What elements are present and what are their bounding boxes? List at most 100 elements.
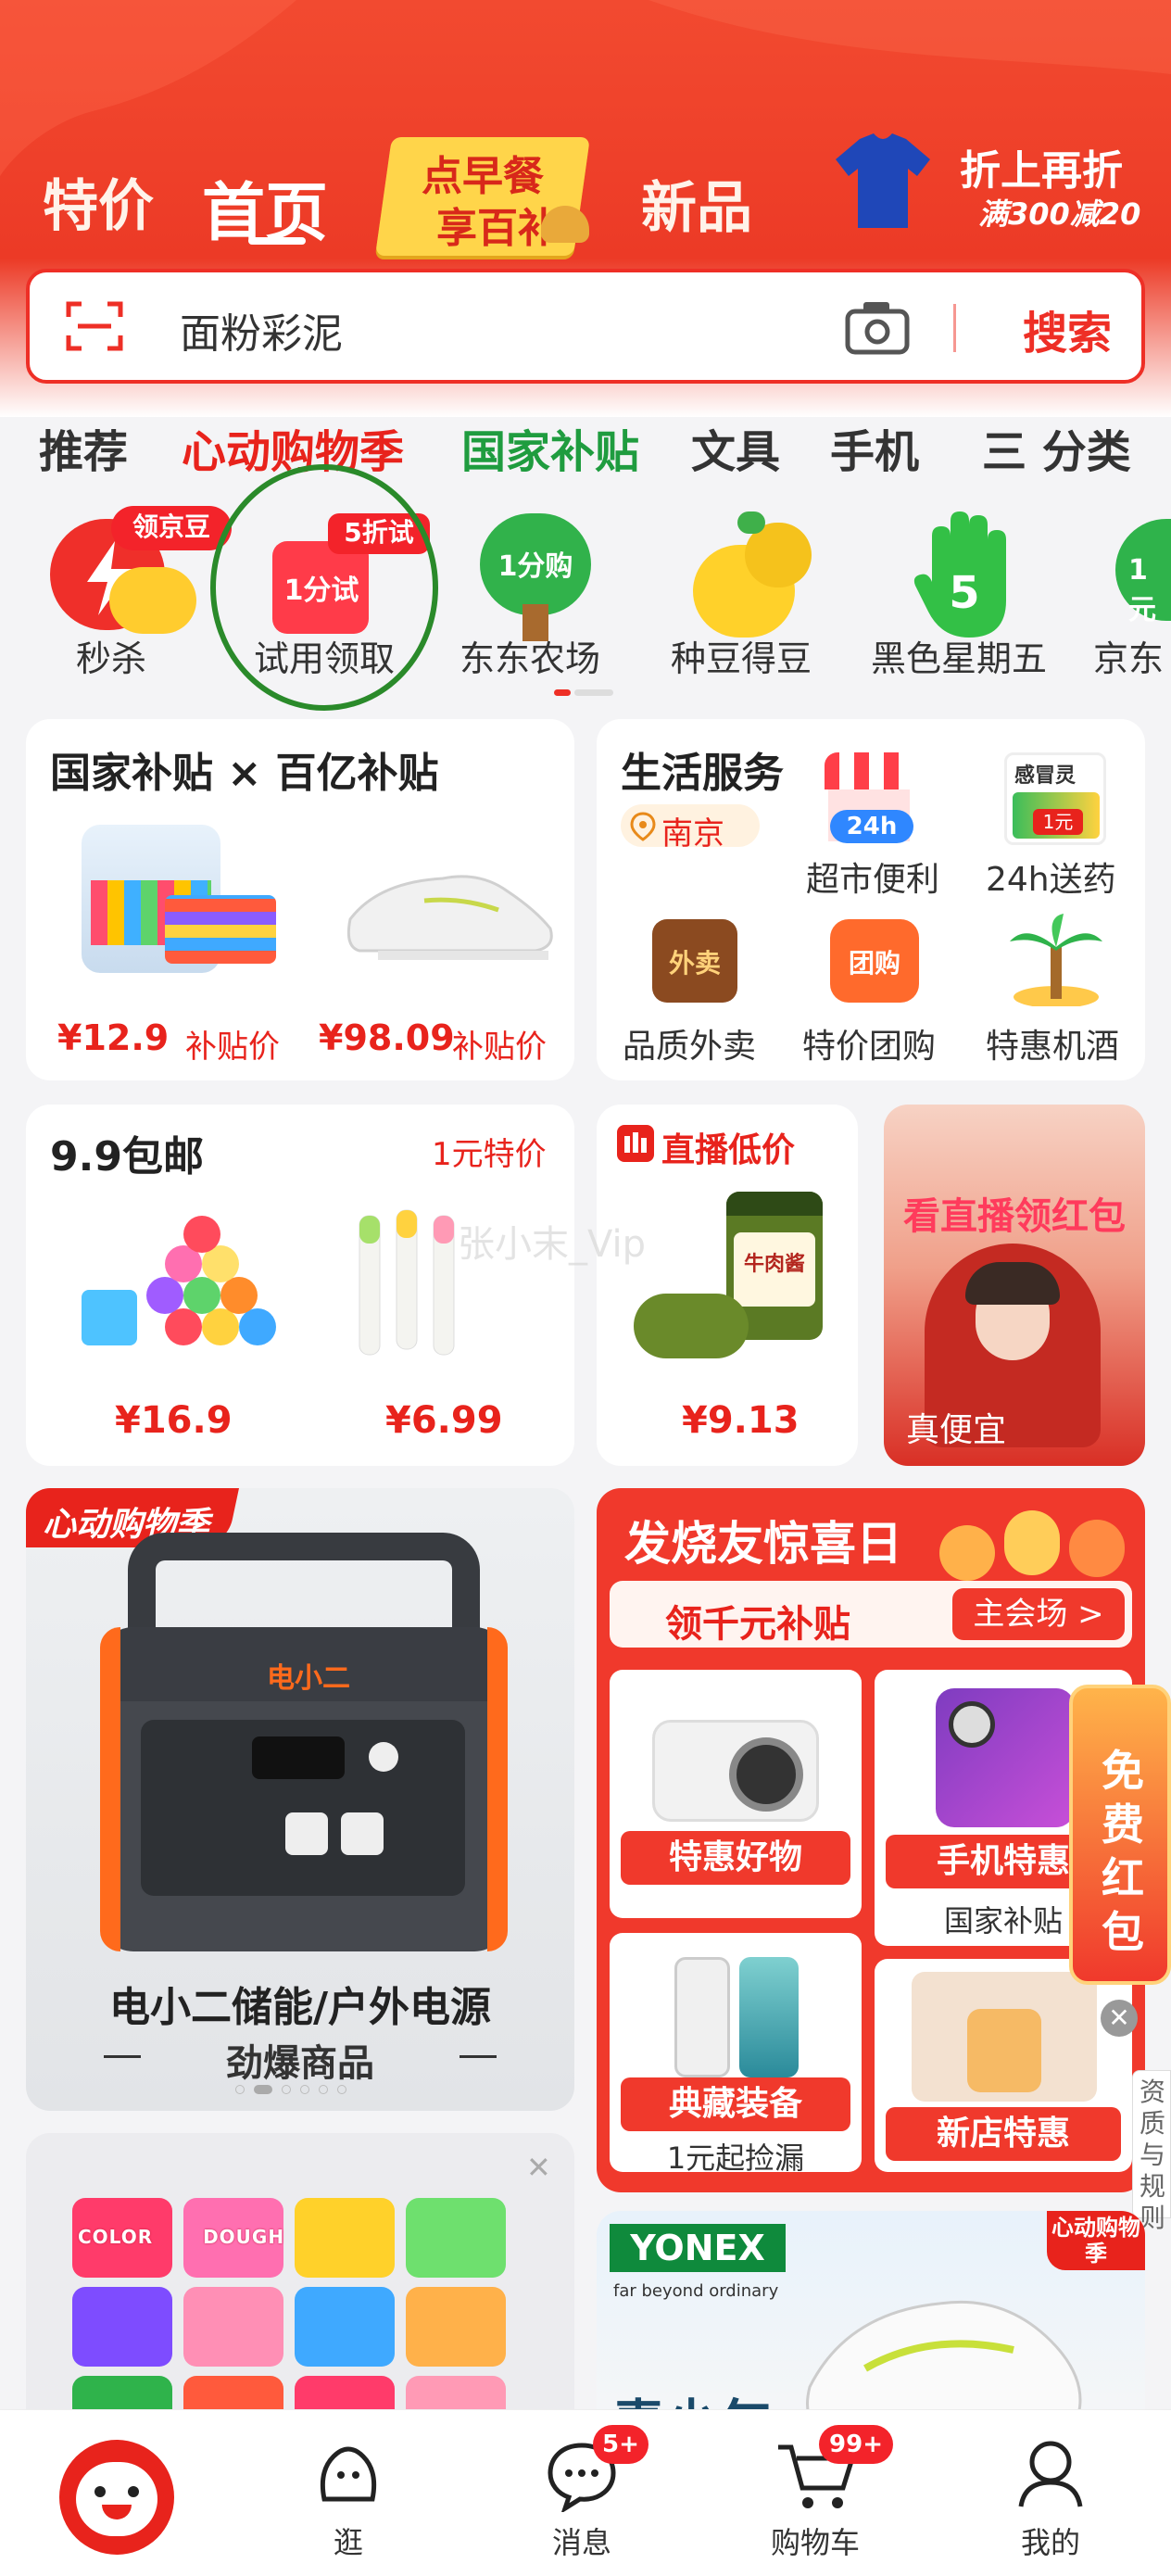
floating-red-packet[interactable]: 免费红包 xyxy=(1069,1685,1171,1985)
baoyou-card[interactable]: 9.9包邮 1元特价 ¥16.9 ¥6.99 xyxy=(26,1105,574,1466)
tab-xinpin[interactable]: 新品 xyxy=(641,163,752,244)
dough-brand: COLOR DOUGH xyxy=(78,2226,285,2248)
camera-icon[interactable] xyxy=(845,298,910,356)
powerstation-card[interactable]: 心动购物季 电小二 电小二储能/户外电源 劲爆商品 xyxy=(26,1488,574,2111)
powerstation-pager xyxy=(235,2085,365,2096)
baoyou-price-1: ¥16.9 xyxy=(115,1399,233,1442)
tab-home-underline xyxy=(248,237,306,245)
baoyou-price-2: ¥6.99 xyxy=(385,1399,503,1442)
live-banner-title: 看直播领红包 xyxy=(903,1195,1126,1238)
cat-stationery[interactable]: 文具 xyxy=(691,415,780,480)
nav-browse[interactable]: 逛 xyxy=(283,2519,413,2562)
phone-back-image xyxy=(674,1957,730,2077)
fever-card[interactable]: 发烧友惊喜日 领千元补贴 主会场 > 特惠好物 手机特惠 国家补贴 典藏装备 1… xyxy=(597,1488,1145,2192)
life-services-card[interactable]: 生活服务 南京 24h 超市便利 感冒灵 1元 24h送药 外卖 品质外卖 团购… xyxy=(597,719,1145,1080)
cat-recommend[interactable]: 推荐 xyxy=(39,415,128,480)
floating-red-packet-text: 免费红包 xyxy=(1102,1746,1144,1957)
icon-label-seckill: 秒杀 xyxy=(75,638,146,679)
subsidy-price-1: ¥12.9 xyxy=(57,1017,170,1058)
medicine-icon[interactable]: 感冒灵 1元 xyxy=(1004,752,1106,845)
powerstation-image: 电小二 xyxy=(100,1627,508,1951)
powerstation-subtitle: 劲爆商品 xyxy=(226,2042,374,2085)
fever-cell-3[interactable]: 典藏装备 1元起捡漏 xyxy=(610,1933,862,2176)
black-friday-inner: 5 xyxy=(949,567,980,619)
live-card[interactable]: 直播低价 牛肉酱 ¥9.13 xyxy=(597,1105,858,1466)
jar-label: 牛肉酱 xyxy=(743,1253,805,1276)
banner-title[interactable]: 折上再折 xyxy=(960,137,1123,196)
search-bar[interactable]: 面粉彩泥 搜索 xyxy=(26,269,1145,384)
icon-label-bean: 种豆得豆 xyxy=(670,638,812,679)
tuangou-label: 团购 xyxy=(848,948,900,979)
baoyou-subtitle: 1元特价 xyxy=(432,1136,547,1173)
dough-close-icon[interactable]: ✕ xyxy=(526,2150,551,2185)
tab-tejia[interactable]: 特价 xyxy=(43,161,154,242)
powerstation-title: 电小二储能/户外电源 xyxy=(108,1984,492,2031)
fever-sub: 领千元补贴 xyxy=(665,1603,850,1646)
nav-message[interactable]: 消息 xyxy=(517,2519,647,2562)
subsidy-price-2: ¥98.09 xyxy=(319,1017,455,1058)
scan-icon[interactable] xyxy=(65,298,124,354)
joy-home-icon[interactable] xyxy=(59,2440,174,2555)
search-input[interactable]: 面粉彩泥 xyxy=(180,300,343,360)
search-divider xyxy=(953,304,956,352)
life-item-supermarket: 超市便利 xyxy=(806,861,940,899)
phone-front-image xyxy=(739,1957,799,2077)
cat-all[interactable]: 三 分类 xyxy=(982,415,1131,480)
floating-close-icon[interactable]: ✕ xyxy=(1101,2000,1138,2037)
live-banner[interactable]: 看直播领红包 真便宜 xyxy=(884,1105,1145,1466)
waimai-icon[interactable]: 外卖 xyxy=(652,919,737,1003)
promo-line1: 点早餐 xyxy=(422,153,544,200)
live-price: ¥9.13 xyxy=(682,1399,800,1442)
fever-cell-1-title: 特惠好物 xyxy=(621,1831,850,1885)
fever-more[interactable]: 主会场 > xyxy=(952,1588,1125,1640)
fever-title: 发烧友惊喜日 xyxy=(624,1517,902,1571)
supermarket-icon[interactable]: 24h xyxy=(819,752,919,845)
life-item-medicine: 24h送药 xyxy=(986,861,1116,899)
24h-badge: 24h xyxy=(830,810,913,843)
dough-jars-image: COLOR DOUGH xyxy=(72,2198,517,2439)
cart-badge: 99+ xyxy=(819,2425,893,2464)
life-title: 生活服务 xyxy=(621,750,784,797)
yonex-slogan: far beyond ordinary xyxy=(613,2281,779,2301)
message-badge: 5+ xyxy=(593,2425,648,2464)
jd-inner: 1元 xyxy=(1128,554,1156,626)
subsidy-tag-1: 补贴价 xyxy=(185,1029,280,1066)
yonex-badge: 心动购物季 xyxy=(1047,2211,1145,2270)
side-rules-tab[interactable]: 资质与规则 xyxy=(1132,2070,1171,2233)
subsidy-card[interactable]: 国家补贴 × 百亿补贴 ¥12.9 补贴价 ¥98.09 补贴价 xyxy=(26,719,574,1080)
banner-subtitle: 满300减20 xyxy=(978,196,1141,232)
cat-national-subsidy[interactable]: 国家补贴 xyxy=(461,415,639,480)
fever-cell-3-title: 典藏装备 xyxy=(621,2077,850,2131)
clay-stack-image xyxy=(82,1216,276,1345)
icon-page-dot xyxy=(574,689,613,696)
palm-tree-icon[interactable] xyxy=(1008,914,1104,1006)
yonex-logo: YONEX xyxy=(610,2224,786,2272)
dough-card[interactable]: ✕ COLOR DOUGH xyxy=(26,2133,574,2439)
search-button[interactable]: 搜索 xyxy=(1023,297,1112,361)
nav-cart[interactable]: 购物车 xyxy=(750,2519,880,2562)
life-item-waimai: 品质外卖 xyxy=(623,1028,757,1066)
fever-cell-4[interactable]: 新店特惠 xyxy=(875,1959,1132,2172)
life-item-travel: 特惠机酒 xyxy=(986,1028,1120,1066)
browse-icon[interactable] xyxy=(311,2434,385,2508)
profile-icon[interactable] xyxy=(1015,2436,1086,2510)
location-chip[interactable]: 南京 xyxy=(621,804,760,852)
location-pin-icon xyxy=(630,812,656,841)
clay-sticks-image xyxy=(165,895,276,964)
nav-profile[interactable]: 我的 xyxy=(986,2519,1115,2562)
green-circle-annotation xyxy=(210,464,438,711)
fever-sub-bar[interactable]: 领千元补贴 主会场 > xyxy=(610,1581,1132,1648)
cat-phone[interactable]: 手机 xyxy=(830,415,919,480)
live-title: 直播低价 xyxy=(661,1131,796,1169)
icon-label-farm: 东东农场 xyxy=(459,638,600,679)
food-plate-image xyxy=(634,1294,749,1358)
tuangou-icon[interactable]: 团购 xyxy=(830,919,919,1003)
tshirt-icon[interactable] xyxy=(832,130,934,232)
medicine-price: 1元 xyxy=(1033,809,1083,835)
baoyou-title: 9.9包邮 xyxy=(50,1133,204,1181)
live-icon xyxy=(617,1125,654,1162)
live-banner-caption: 真便宜 xyxy=(906,1411,1007,1449)
waimai-label: 外卖 xyxy=(668,948,721,979)
handle xyxy=(128,1533,480,1635)
fever-cell-1[interactable]: 特惠好物 xyxy=(610,1670,862,1918)
